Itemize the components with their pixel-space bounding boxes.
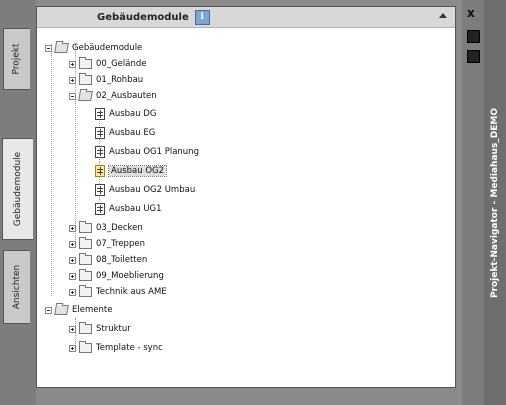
- tab-gebaeudemodule[interactable]: Gebäudemodule: [2, 138, 33, 240]
- tree-node-label: Gebäudemodule: [72, 43, 143, 53]
- tree-node-03-decken[interactable]: 03_Decken: [69, 220, 143, 236]
- folder-open-icon: [54, 305, 69, 315]
- tree-node-ausbau-og2-umbau[interactable]: Ausbau OG2 Umbau: [95, 182, 195, 198]
- tree-node-label: Ausbau OG2 Umbau: [109, 185, 196, 195]
- tree-node-label: Struktur: [96, 324, 131, 334]
- building-modules-panel: Gebäudemodule i Gebäudemodule 00_Gelände…: [36, 6, 456, 388]
- tree-node-label: 01_Rohbau: [96, 75, 144, 85]
- folder-icon: [79, 57, 92, 69]
- palette-title: Projekt-Navigator - Mediahaus_DEMO: [490, 107, 500, 298]
- tree-node-ausbau-eg[interactable]: Ausbau EG: [95, 125, 155, 141]
- tab-ansichten[interactable]: Ansichten: [3, 250, 30, 324]
- folder-icon: [79, 253, 92, 265]
- expand-toggle-icon[interactable]: [69, 256, 76, 264]
- folder-icon: [79, 322, 92, 334]
- folder-icon: [79, 285, 92, 297]
- tree-node-label: 08_Toiletten: [96, 255, 148, 265]
- expand-toggle-icon[interactable]: [69, 76, 76, 84]
- tree-connector: [51, 44, 52, 296]
- folder-open-icon: [78, 91, 93, 101]
- tree-node-label: Ausbau EG: [109, 128, 156, 138]
- panel-header: Gebäudemodule i: [37, 7, 455, 28]
- tree-node-label: Ausbau OG2: [107, 165, 168, 177]
- tree-node-00-gelaende[interactable]: 00_Gelände: [69, 56, 146, 72]
- tree-node-label: Ausbau DG: [109, 109, 157, 119]
- expand-toggle-icon[interactable]: [69, 224, 76, 232]
- tree-node-label: 09_Moeblierung: [96, 271, 164, 281]
- tree-node-label: 02_Ausbauten: [96, 91, 157, 101]
- tree-node-label: Ausbau UG1: [109, 204, 162, 214]
- tree-node-label: Ausbau OG1 Planung: [109, 147, 199, 157]
- tree-node-08-toiletten[interactable]: 08_Toiletten: [69, 252, 147, 268]
- tree-node-label: Elemente: [72, 305, 113, 315]
- expand-toggle-icon[interactable]: [69, 325, 76, 333]
- folder-icon: [79, 237, 92, 249]
- tree-node-label: Technik aus AME: [96, 287, 167, 297]
- tree-node-ausbau-og2[interactable]: Ausbau OG2: [95, 163, 168, 179]
- tree-node-07-treppen[interactable]: 07_Treppen: [69, 236, 145, 252]
- tree-node-09-moeblierung[interactable]: 09_Moeblierung: [69, 268, 164, 284]
- tab-ansichten-label: Ansichten: [12, 264, 23, 310]
- panel-title: Gebäudemodule: [97, 11, 189, 23]
- tree-node-elemente[interactable]: Elemente: [45, 302, 112, 318]
- tree-node-ausbau-og1-planung[interactable]: Ausbau OG1 Planung: [95, 144, 199, 160]
- tab-gebaeudemodule-label: Gebäudemodule: [13, 151, 24, 227]
- collapse-toggle-icon[interactable]: [69, 92, 76, 100]
- tree-node-label: 00_Gelände: [96, 59, 147, 69]
- tree-node-ausbau-dg[interactable]: Ausbau DG: [95, 106, 156, 122]
- tree-node-template-sync[interactable]: Template - sync: [69, 340, 163, 356]
- tree-connector: [99, 108, 100, 214]
- tree-node-technik-aus-ame[interactable]: Technik aus AME: [69, 284, 167, 300]
- collapse-toggle-icon[interactable]: [45, 44, 52, 52]
- properties-icon[interactable]: [467, 50, 480, 63]
- module-file-icon: [95, 127, 105, 139]
- tree-node-02-ausbauten[interactable]: 02_Ausbauten: [69, 88, 157, 104]
- palette-title-bar[interactable]: Projekt-Navigator - Mediahaus_DEMO: [484, 0, 506, 405]
- module-file-icon: [95, 108, 105, 120]
- expand-toggle-icon[interactable]: [69, 60, 76, 68]
- info-icon[interactable]: i: [194, 9, 210, 25]
- tab-projekt-label: Projekt: [12, 43, 22, 75]
- folder-icon: [79, 221, 92, 233]
- tree-node-01-rohbau[interactable]: 01_Rohbau: [69, 72, 143, 88]
- module-file-icon: [95, 203, 105, 215]
- folder-icon: [79, 269, 92, 281]
- module-file-icon: [95, 146, 105, 158]
- collapse-arrow-icon[interactable]: [439, 13, 447, 18]
- tree-node-label: 03_Decken: [96, 223, 143, 233]
- folder-icon: [79, 341, 92, 353]
- folder-open-icon: [54, 43, 69, 53]
- tree-node-label: 07_Treppen: [96, 239, 145, 249]
- tree-node-struktur[interactable]: Struktur: [69, 321, 131, 337]
- expand-toggle-icon[interactable]: [69, 240, 76, 248]
- close-icon[interactable]: x: [467, 6, 475, 20]
- autohide-icon[interactable]: [467, 30, 480, 43]
- module-file-current-icon: [95, 165, 105, 177]
- tree-node-label: Template - sync: [96, 343, 163, 353]
- folder-icon: [79, 73, 92, 85]
- expand-toggle-icon[interactable]: [69, 344, 76, 352]
- expand-toggle-icon[interactable]: [69, 272, 76, 280]
- tree-view: Gebäudemodule 00_Gelände 01_Rohbau 02_Au…: [37, 28, 455, 387]
- tab-projekt[interactable]: Projekt: [3, 28, 30, 90]
- module-file-icon: [95, 184, 105, 196]
- expand-toggle-icon[interactable]: [69, 288, 76, 296]
- tree-node-gebaeudemodule[interactable]: Gebäudemodule: [45, 40, 142, 56]
- tree-node-ausbau-ug1[interactable]: Ausbau UG1: [95, 201, 162, 217]
- collapse-toggle-icon[interactable]: [45, 306, 52, 314]
